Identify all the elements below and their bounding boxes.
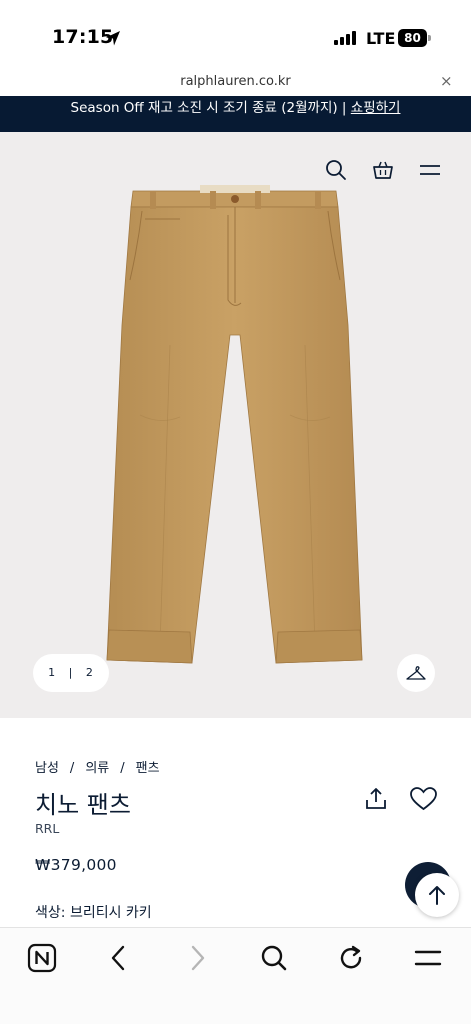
- status-bar: 17:15 LTE 80: [0, 0, 471, 70]
- breadcrumb-item-clothing[interactable]: 의류: [85, 757, 109, 776]
- battery-icon: 80: [398, 29, 431, 47]
- product-title: 치노 팬츠: [35, 791, 131, 819]
- image-pager[interactable]: 1 | 2: [33, 654, 109, 692]
- product-gallery[interactable]: 1 | 2: [0, 132, 471, 718]
- bag-icon[interactable]: [371, 158, 395, 182]
- battery-cap: [428, 35, 431, 41]
- pager-total[interactable]: 2: [86, 666, 94, 679]
- menu-icon[interactable]: [413, 943, 443, 973]
- location-arrow-icon: [106, 31, 120, 46]
- pager-current[interactable]: 1: [48, 666, 56, 679]
- hanger-icon: [406, 666, 426, 680]
- breadcrumb-item-men[interactable]: 남성: [35, 757, 59, 776]
- close-icon[interactable]: ×: [440, 72, 453, 90]
- breadcrumb-separator: /: [69, 761, 75, 776]
- search-icon[interactable]: [259, 943, 289, 973]
- scroll-to-top-button[interactable]: [415, 873, 459, 917]
- browser-toolbar: [0, 927, 471, 1024]
- color-value: 브리티시 카키: [69, 905, 152, 921]
- pager-separator: |: [68, 666, 74, 679]
- network-type: LTE: [366, 29, 396, 48]
- promo-text: Season Off 재고 소진 시 조기 종료 (2월까지) |: [70, 100, 351, 116]
- refresh-icon[interactable]: [336, 943, 366, 973]
- search-icon[interactable]: [324, 158, 348, 182]
- color-label: 색상:: [35, 905, 66, 921]
- product-price: ₩379,000: [35, 856, 117, 874]
- product-image-chino-pants: [106, 185, 363, 664]
- product-brand: RRL: [35, 821, 60, 836]
- naver-icon[interactable]: [27, 943, 57, 973]
- cellular-signal-icon: [334, 31, 356, 45]
- promo-shop-link[interactable]: 쇼핑하기: [351, 100, 401, 116]
- product-color: 색상: 브리티시 카키: [35, 902, 152, 922]
- share-icon[interactable]: [364, 787, 388, 811]
- hanger-button[interactable]: [397, 654, 435, 692]
- wishlist-heart-icon[interactable]: [410, 787, 437, 811]
- breadcrumb: 남성 / 의류 / 팬츠: [35, 757, 160, 776]
- forward-icon[interactable]: [182, 943, 212, 973]
- back-icon[interactable]: [104, 943, 134, 973]
- breadcrumb-item-pants[interactable]: 팬츠: [136, 757, 160, 776]
- battery-level: 80: [398, 29, 427, 47]
- arrow-up-icon: [429, 886, 445, 905]
- promo-banner: Season Off 재고 소진 시 조기 종료 (2월까지) | 쇼핑하기: [0, 96, 471, 132]
- menu-icon[interactable]: [418, 158, 442, 182]
- url-domain[interactable]: ralphlauren.co.kr: [0, 74, 471, 89]
- breadcrumb-separator: /: [120, 761, 125, 776]
- url-bar[interactable]: ralphlauren.co.kr ×: [0, 70, 471, 96]
